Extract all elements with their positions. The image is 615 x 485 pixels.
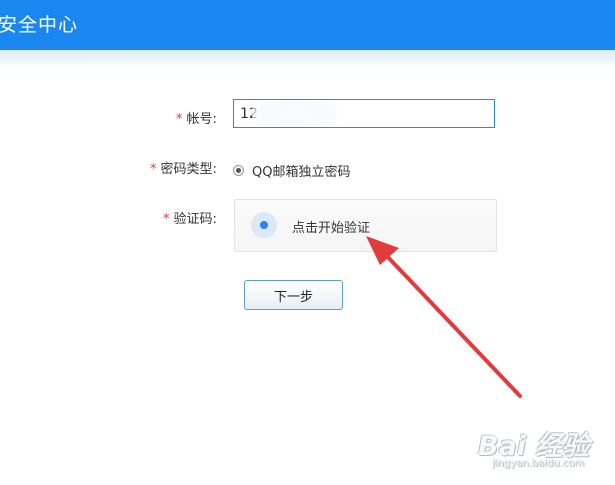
baidu-jingyan-watermark: Bai 经验 jingyan.baidu.com <box>468 420 608 482</box>
watermark-url: jingyan.baidu.com <box>492 458 585 469</box>
arrow-shaft <box>382 251 522 398</box>
arrow-head <box>366 236 399 265</box>
red-arrow-icon <box>366 236 522 398</box>
